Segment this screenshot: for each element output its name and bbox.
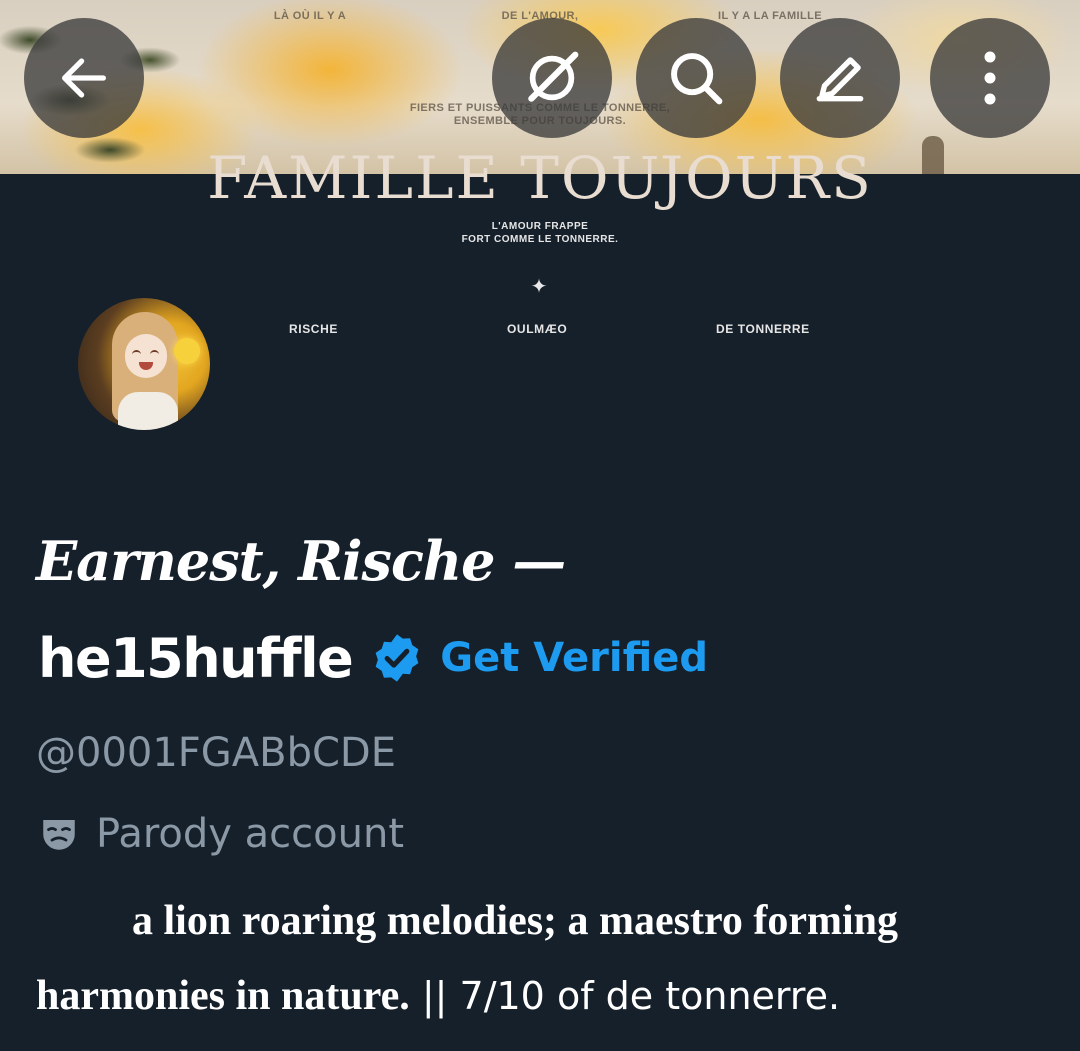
bio-line-2-rest: || 7/10 of de tonnerre. bbox=[409, 974, 841, 1018]
profile-page: LÀ OÙ IL Y A DE L'AMOUR, IL Y A LA FAMIL… bbox=[0, 0, 1080, 1051]
profile-bio: a lion roaring melodies; a maestro formi… bbox=[36, 888, 1046, 1038]
grok-icon bbox=[528, 51, 579, 102]
arrow-left-icon bbox=[62, 58, 106, 98]
bio-line-2: harmonies in nature. bbox=[36, 973, 410, 1019]
edit-pencil-icon bbox=[816, 57, 864, 102]
avatar-eye bbox=[150, 350, 159, 356]
banner-text-left: LÀ OÙ IL Y A bbox=[273, 10, 347, 22]
avatar[interactable] bbox=[78, 298, 210, 430]
more-options-button[interactable] bbox=[930, 18, 1050, 138]
back-button[interactable] bbox=[24, 18, 144, 138]
avatar-flower bbox=[174, 338, 200, 364]
avatar-face bbox=[125, 334, 167, 378]
avatar-eye bbox=[132, 350, 141, 356]
sparkle-icon: ✦ bbox=[530, 276, 548, 298]
name-row: he15huffle Get Verified bbox=[38, 622, 708, 694]
header-art-subtitle-2: FORT COMME LE TONNERRE. bbox=[461, 234, 619, 245]
verified-badge-icon[interactable] bbox=[370, 631, 424, 685]
header-art-name-1: RISCHE bbox=[289, 322, 338, 336]
get-verified-link[interactable]: Get Verified bbox=[440, 635, 708, 681]
username-handle: @0001FGABbCDE bbox=[36, 730, 396, 776]
search-icon bbox=[671, 53, 723, 105]
display-name-line-2: he15huffle bbox=[38, 626, 354, 690]
edit-button[interactable] bbox=[780, 18, 900, 138]
header-art-name-3: DE TONNERRE bbox=[716, 322, 810, 336]
header-art-subtitle-1: L'AMOUR FRAPPE bbox=[491, 221, 589, 232]
grok-button[interactable] bbox=[492, 18, 612, 138]
more-vertical-icon bbox=[984, 51, 996, 105]
search-button[interactable] bbox=[636, 18, 756, 138]
header-art-name-2: OULMÆO bbox=[507, 322, 568, 336]
display-name: Earnest, Rische — bbox=[36, 529, 566, 593]
avatar-dress bbox=[118, 392, 178, 430]
parody-account-text: Parody account bbox=[96, 811, 405, 857]
header-art-subtitle: L'AMOUR FRAPPE FORT COMME LE TONNERRE. bbox=[0, 220, 1080, 246]
theater-mask-icon bbox=[43, 820, 75, 850]
parody-account-label[interactable]: Parody account bbox=[38, 808, 404, 860]
bio-line-1: a lion roaring melodies; a maestro formi… bbox=[132, 898, 899, 944]
header-art-title: FAMILLE TOUJOURS bbox=[207, 150, 873, 212]
